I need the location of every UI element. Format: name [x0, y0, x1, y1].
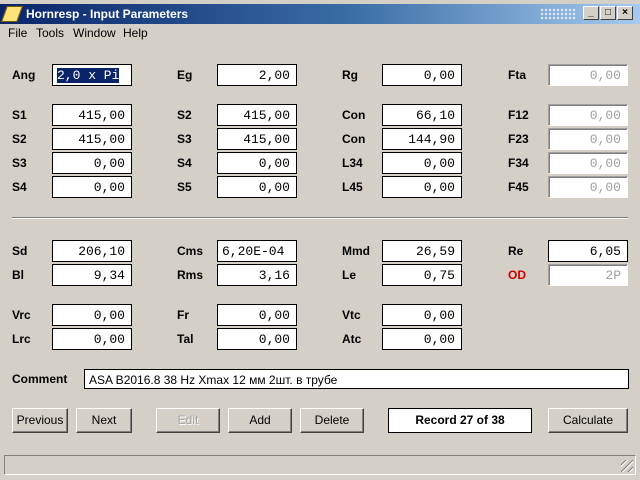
f45-field: 0,00 — [548, 176, 628, 198]
previous-button[interactable]: Previous — [12, 408, 68, 433]
label-con-1: Con — [342, 108, 366, 122]
label-f45: F45 — [508, 180, 529, 194]
l34-field[interactable]: 0,00 — [382, 152, 462, 174]
label-s2: S2 — [12, 132, 27, 146]
f34-field: 0,00 — [548, 152, 628, 174]
rg-field[interactable]: 0,00 — [382, 64, 462, 86]
label-rg: Rg — [342, 68, 358, 82]
s3-field[interactable]: 0,00 — [52, 152, 132, 174]
resize-grip-icon[interactable] — [621, 460, 633, 472]
eg-field[interactable]: 2,00 — [217, 64, 297, 86]
fr-field[interactable]: 0,00 — [217, 304, 297, 326]
vrc-field[interactable]: 0,00 — [52, 304, 132, 326]
minimize-button[interactable]: _ — [583, 6, 599, 20]
label-s3-col2: S3 — [177, 132, 192, 146]
le-field[interactable]: 0,75 — [382, 264, 462, 286]
menu-file[interactable]: File — [8, 26, 27, 40]
s1-field[interactable]: 415,00 — [52, 104, 132, 126]
title-bar[interactable]: Hornresp - Input Parameters _ □ × — [0, 4, 640, 24]
label-s5-col2: S5 — [177, 180, 192, 194]
calculate-button[interactable]: Calculate — [548, 408, 628, 433]
status-bar — [4, 455, 636, 475]
s4-field[interactable]: 0,00 — [52, 176, 132, 198]
rms-field[interactable]: 3,16 — [217, 264, 297, 286]
label-lrc: Lrc — [12, 332, 31, 346]
con-1-field[interactable]: 66,10 — [382, 104, 462, 126]
maximize-button[interactable]: □ — [600, 6, 616, 20]
window-title: Hornresp - Input Parameters — [26, 7, 189, 21]
s5-col2-field[interactable]: 0,00 — [217, 176, 297, 198]
menu-bar: File Tools Window Help — [0, 24, 640, 42]
f23-field: 0,00 — [548, 128, 628, 150]
next-button[interactable]: Next — [76, 408, 132, 433]
label-ang: Ang — [12, 68, 36, 82]
s3-col2-field[interactable]: 415,00 — [217, 128, 297, 150]
l45-field[interactable]: 0,00 — [382, 176, 462, 198]
ang-field[interactable]: 2,0 x Pi — [52, 64, 132, 86]
cms-field[interactable]: 6,20E-04 — [217, 240, 297, 262]
re-field[interactable]: 6,05 — [548, 240, 628, 262]
s2-col2-field[interactable]: 415,00 — [217, 104, 297, 126]
bl-field[interactable]: 9,34 — [52, 264, 132, 286]
label-rms: Rms — [177, 268, 204, 282]
atc-field[interactable]: 0,00 — [382, 328, 462, 350]
label-s1: S1 — [12, 108, 27, 122]
s2-field[interactable]: 415,00 — [52, 128, 132, 150]
label-bl: Bl — [12, 268, 24, 282]
label-od[interactable]: OD — [508, 268, 526, 282]
label-l45: L45 — [342, 180, 363, 194]
f12-field: 0,00 — [548, 104, 628, 126]
label-le: Le — [342, 268, 357, 282]
comment-field[interactable]: ASA B2016.8 38 Hz Xmax 12 мм 2шт. в труб… — [84, 369, 629, 389]
add-button[interactable]: Add — [228, 408, 292, 433]
fta-field: 0,00 — [548, 64, 628, 86]
label-l34: L34 — [342, 156, 363, 170]
label-s4-col2: S4 — [177, 156, 192, 170]
mmd-field[interactable]: 26,59 — [382, 240, 462, 262]
label-f34: F34 — [508, 156, 529, 170]
app-icon — [1, 6, 23, 22]
delete-button[interactable]: Delete — [300, 408, 364, 433]
label-fta: Fta — [508, 68, 526, 82]
menu-tools[interactable]: Tools — [36, 26, 64, 40]
s4-col2-field[interactable]: 0,00 — [217, 152, 297, 174]
label-re: Re — [508, 244, 524, 258]
close-button[interactable]: × — [617, 6, 633, 20]
label-comment: Comment — [12, 372, 68, 386]
label-f12: F12 — [508, 108, 529, 122]
label-cms: Cms — [177, 244, 204, 258]
lrc-field[interactable]: 0,00 — [52, 328, 132, 350]
vtc-field[interactable]: 0,00 — [382, 304, 462, 326]
hornresp-window: Hornresp - Input Parameters _ □ × File T… — [0, 0, 640, 480]
label-s3: S3 — [12, 156, 27, 170]
section-divider — [12, 217, 628, 219]
label-vrc: Vrc — [12, 308, 31, 322]
label-fr: Fr — [177, 308, 189, 322]
record-indicator: Record 27 of 38 — [388, 408, 532, 433]
od-field: 2P — [548, 264, 628, 286]
con-2-field[interactable]: 144,90 — [382, 128, 462, 150]
menu-help[interactable]: Help — [123, 26, 148, 40]
label-sd: Sd — [12, 244, 28, 258]
menu-window[interactable]: Window — [73, 26, 116, 40]
label-f23: F23 — [508, 132, 529, 146]
label-s4: S4 — [12, 180, 27, 194]
title-pattern — [540, 8, 576, 20]
tal-field[interactable]: 0,00 — [217, 328, 297, 350]
ang-value: 2,0 x Pi — [57, 68, 120, 83]
label-mmd: Mmd — [342, 244, 370, 258]
label-tal: Tal — [177, 332, 194, 346]
label-vtc: Vtc — [342, 308, 361, 322]
label-atc: Atc — [342, 332, 362, 346]
label-con-2: Con — [342, 132, 366, 146]
label-eg: Eg — [177, 68, 193, 82]
sd-field[interactable]: 206,10 — [52, 240, 132, 262]
edit-button[interactable]: Edit — [156, 408, 220, 433]
label-s2-col2: S2 — [177, 108, 192, 122]
